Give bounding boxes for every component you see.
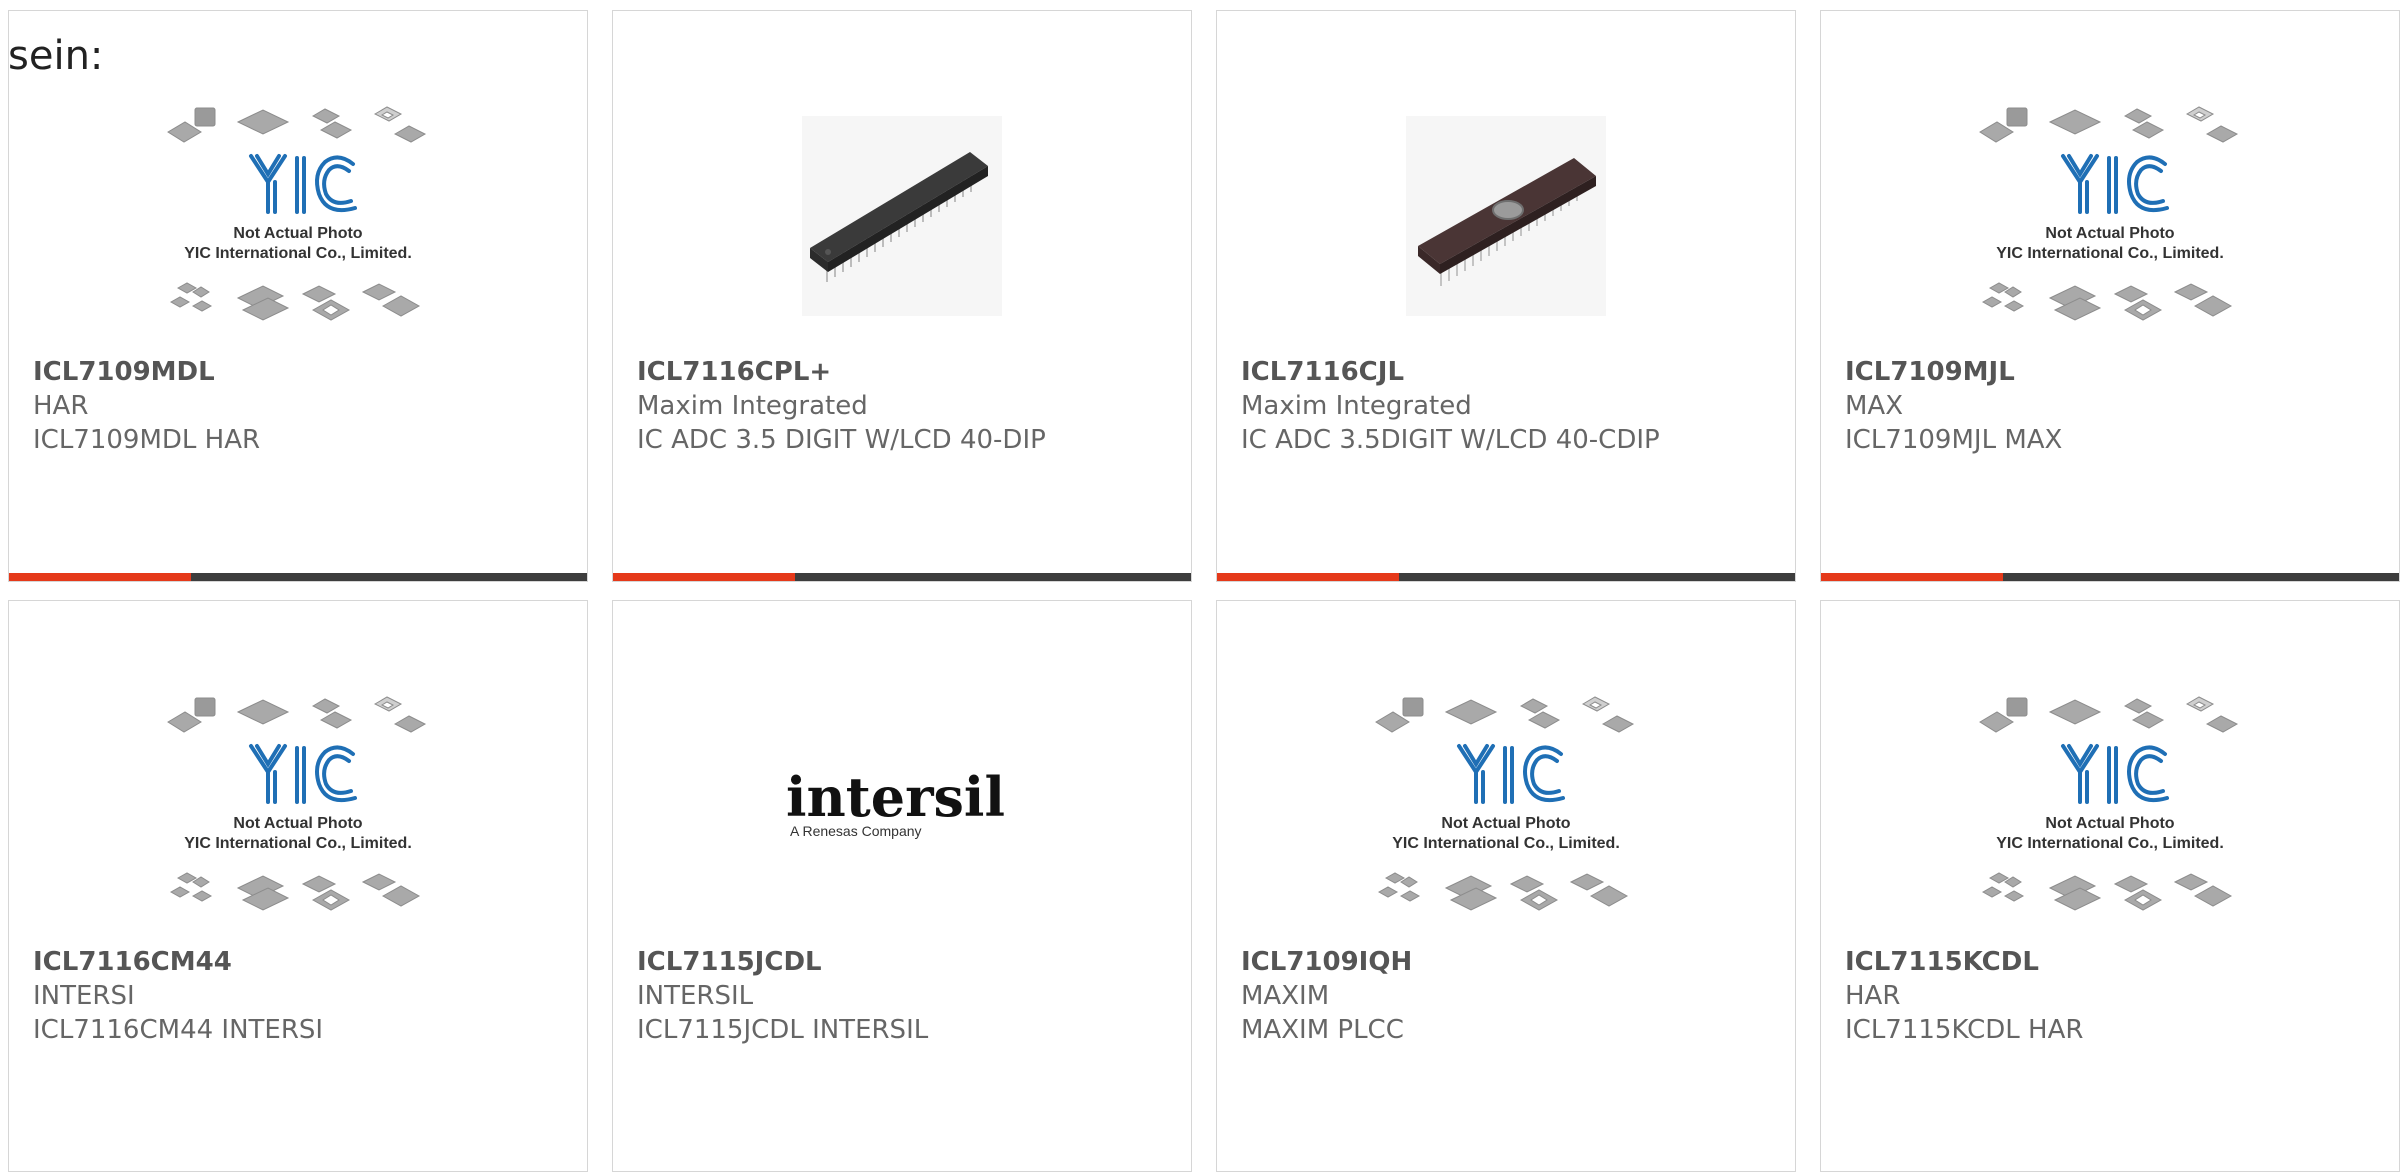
card-accent-bar (9, 573, 191, 581)
placeholder-line2: YIC International Co., Limited. (1392, 835, 1620, 852)
card-accent-bar (1821, 573, 2003, 581)
product-image[interactable] (613, 81, 1191, 351)
placeholder-line2: YIC International Co., Limited. (184, 835, 412, 852)
product-manufacturer: INTERSIL (637, 981, 754, 1011)
card-accent-bar (1217, 573, 1399, 581)
product-card[interactable]: Not Actual Photo YIC International Co., … (1216, 600, 1796, 1172)
product-image[interactable]: Not Actual Photo YIC International Co., … (9, 671, 587, 941)
card-bottom-bar (613, 573, 1191, 581)
product-part-number[interactable]: ICL7109MJL (1845, 355, 2383, 389)
product-card[interactable]: intersil A Renesas Company ICL7115JCDL IN… (612, 600, 1192, 1172)
product-manufacturer: Maxim Integrated (637, 391, 868, 421)
product-manufacturer: INTERSI (33, 981, 135, 1011)
product-info: ICL7116CPL+ Maxim Integrated IC ADC 3.5 DI… (637, 355, 1175, 457)
placeholder-line2: YIC International Co., Limited. (1996, 245, 2224, 262)
product-description: ICL7116CM44 INTERSI (33, 1015, 324, 1045)
product-card[interactable]: Not Actual Photo YIC International Co., … (8, 600, 588, 1172)
dip-40-chip-image (802, 116, 1002, 316)
product-image[interactable]: Not Actual Photo YIC International Co., … (1821, 671, 2399, 941)
product-image[interactable]: intersil A Renesas Company (613, 671, 1191, 941)
placeholder-line1: Not Actual Photo (233, 815, 362, 832)
placeholder-line2: YIC International Co., Limited. (1996, 835, 2224, 852)
product-image[interactable]: Not Actual Photo YIC International Co., … (1217, 671, 1795, 941)
product-card[interactable]: Not Actual Photo YIC International Co., … (1820, 10, 2400, 582)
product-part-number[interactable]: ICL7116CJL (1241, 355, 1779, 389)
product-description: ICL7109MDL HAR (33, 425, 261, 455)
product-card[interactable]: Not Actual Photo YIC International Co., … (1820, 600, 2400, 1172)
product-info: ICL7116CJL Maxim Integrated IC ADC 3.5DIGI… (1241, 355, 1779, 457)
card-bottom-bar (1217, 573, 1795, 581)
product-description: ICL7109MJL MAX (1845, 425, 2063, 455)
product-info: ICL7109MDL HAR ICL7109MDL HAR (33, 355, 571, 457)
product-card[interactable]: Not Actual Photo YIC International Co., … (8, 10, 588, 582)
cdip-40-chip-image (1406, 116, 1606, 316)
intersil-logo-image: intersil A Renesas Company (786, 766, 1005, 839)
product-image[interactable] (1217, 81, 1795, 351)
not-actual-photo-image: Not Actual Photo YIC International Co., … (1375, 696, 1635, 911)
product-part-number[interactable]: ICL7116CPL+ (637, 355, 1175, 389)
not-actual-photo-image: Not Actual Photo YIC International Co., … (167, 696, 427, 911)
product-card[interactable]: ICL7116CPL+ Maxim Integrated IC ADC 3.5 DI… (612, 10, 1192, 582)
product-image[interactable]: Not Actual Photo YIC International Co., … (9, 81, 587, 351)
placeholder-line1: Not Actual Photo (233, 225, 362, 242)
product-card[interactable]: ICL7116CJL Maxim Integrated IC ADC 3.5DIGI… (1216, 10, 1796, 582)
product-part-number[interactable]: ICL7115JCDL (637, 945, 1175, 979)
product-description: MAXIM PLCC (1241, 1015, 1404, 1045)
not-actual-photo-image: Not Actual Photo YIC International Co., … (1979, 106, 2239, 321)
product-description: ICL7115JCDL INTERSIL (637, 1015, 929, 1045)
product-manufacturer: HAR (33, 391, 89, 421)
intersil-tagline: A Renesas Company (790, 823, 922, 839)
page-heading: sein: (8, 33, 104, 79)
not-actual-photo-image: Not Actual Photo YIC International Co., … (1979, 696, 2239, 911)
placeholder-line1: Not Actual Photo (2045, 815, 2174, 832)
product-manufacturer: Maxim Integrated (1241, 391, 1472, 421)
product-part-number[interactable]: ICL7109MDL (33, 355, 571, 389)
product-info: ICL7115KCDL HAR ICL7115KCDL HAR (1845, 945, 2383, 1047)
product-manufacturer: HAR (1845, 981, 1901, 1011)
not-actual-photo-image: Not Actual Photo YIC International Co., … (167, 106, 427, 321)
product-manufacturer: MAX (1845, 391, 1904, 421)
product-description: IC ADC 3.5 DIGIT W/LCD 40-DIP (637, 425, 1046, 455)
product-description: ICL7115KCDL HAR (1845, 1015, 2084, 1045)
product-info: ICL7115JCDL INTERSIL ICL7115JCDL INTERSIL (637, 945, 1175, 1047)
product-manufacturer: MAXIM (1241, 981, 1330, 1011)
intersil-wordmark: intersil (786, 766, 1005, 829)
product-part-number[interactable]: ICL7109IQH (1241, 945, 1779, 979)
product-description: IC ADC 3.5DIGIT W/LCD 40-CDIP (1241, 425, 1660, 455)
product-info: ICL7109IQH MAXIM MAXIM PLCC (1241, 945, 1779, 1047)
card-bottom-bar (9, 573, 587, 581)
card-bottom-bar (1821, 573, 2399, 581)
product-part-number[interactable]: ICL7116CM44 (33, 945, 571, 979)
product-part-number[interactable]: ICL7115KCDL (1845, 945, 2383, 979)
product-image[interactable]: Not Actual Photo YIC International Co., … (1821, 81, 2399, 351)
placeholder-line1: Not Actual Photo (1441, 815, 1570, 832)
product-info: ICL7116CM44 INTERSI ICL7116CM44 INTERSI (33, 945, 571, 1047)
product-info: ICL7109MJL MAX ICL7109MJL MAX (1845, 355, 2383, 457)
card-accent-bar (613, 573, 795, 581)
placeholder-line2: YIC International Co., Limited. (184, 245, 412, 262)
placeholder-line1: Not Actual Photo (2045, 225, 2174, 242)
